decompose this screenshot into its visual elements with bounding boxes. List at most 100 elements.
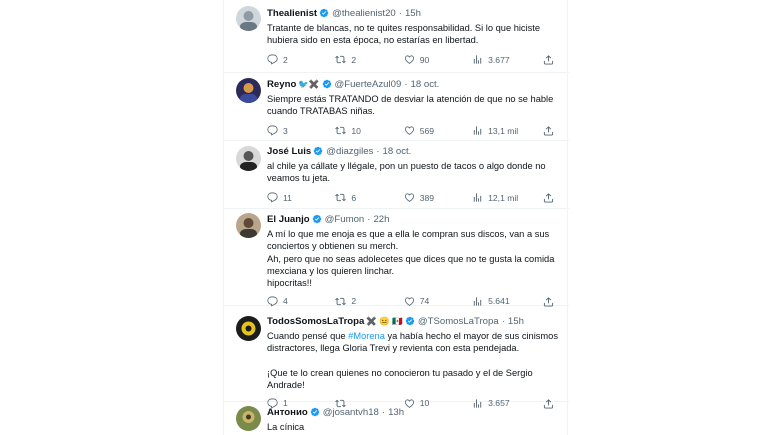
author-handle[interactable]: @FuerteAzul09 — [335, 79, 402, 90]
tweet-text: A mí lo que me enoja es que a ella le co… — [267, 228, 559, 289]
tweet-text-line: hipocritas!! — [267, 278, 312, 289]
author-handle[interactable]: @diazgiles — [326, 146, 373, 157]
view-count: 5.641 — [488, 296, 510, 307]
retweet-count: 10 — [351, 125, 361, 136]
tweet-el-juanjo[interactable]: El Juanjo @Fumon · 22h A mí lo que me en… — [224, 209, 569, 306]
timestamp[interactable]: 18 oct. — [383, 146, 412, 157]
like-count: 569 — [419, 125, 435, 136]
tweet-text: Cuando pensé que #Morena ya había hecho … — [267, 330, 559, 391]
like-count: 389 — [419, 192, 435, 203]
view-count: 3.677 — [488, 54, 510, 65]
verified-badge-icon — [405, 316, 415, 326]
tweet-text-line: ¡Que te lo crean quienes no conocieron t… — [267, 367, 533, 391]
author-name[interactable]: TodosSomosLaTropa — [267, 316, 364, 327]
view-count: 13,1 mil — [488, 125, 519, 136]
tweet-text-line: La cínica — [267, 422, 305, 432]
profile-emoji-icons: ✖️ 😐 🇲🇽 — [366, 315, 403, 326]
tweet-reyno[interactable]: Reyno 🐦✖️ @FuerteAzul09 · 18 oct. Siempr… — [224, 73, 569, 141]
avatar[interactable] — [236, 146, 261, 171]
reply-feed: Thealienist @thealienist20 · 15h Tratant… — [223, 0, 569, 435]
retweet-count: 2 — [351, 296, 357, 307]
retweet-button[interactable]: 10 — [335, 125, 403, 136]
share-button[interactable] — [541, 54, 559, 65]
share-icon — [543, 192, 554, 203]
author-handle[interactable]: @josantvh18 — [323, 407, 379, 418]
author-name[interactable]: El Juanjo — [267, 214, 310, 225]
verified-badge-icon — [322, 79, 332, 89]
views-button[interactable]: 3.677 — [472, 54, 540, 65]
avatar[interactable] — [236, 6, 261, 31]
view-count: 12,1 mil — [488, 192, 519, 203]
retweet-count: 2 — [351, 54, 357, 65]
views-icon — [472, 192, 483, 203]
tweet-text-line: Ah, pero que no seas adolecetes que dice… — [267, 253, 555, 276]
avatar[interactable] — [236, 316, 261, 341]
separator-dot: · — [367, 213, 371, 225]
verified-badge-icon — [319, 8, 329, 18]
separator-dot: · — [381, 406, 386, 418]
heart-icon — [404, 125, 415, 136]
timestamp[interactable]: 13h — [388, 407, 404, 418]
tweet-todossomoslatropa[interactable]: TodosSomosLaTropa ✖️ 😐 🇲🇽 @TSomosLaTropa… — [224, 306, 569, 402]
tweet-jose-luis[interactable]: José Luis @diazgiles · 18 oct. al chile … — [224, 141, 569, 209]
share-icon — [543, 125, 554, 136]
timestamp[interactable]: 15h — [508, 316, 524, 327]
heart-icon — [404, 192, 415, 203]
reply-count: 3 — [283, 125, 288, 136]
retweet-button[interactable]: 2 — [335, 54, 403, 65]
tweet-thealienist[interactable]: Thealienist @thealienist20 · 15h Tratant… — [224, 0, 569, 73]
tweet-text-line: Tratante de blancas, no te quites respon… — [267, 23, 541, 46]
author-name[interactable]: Антонио — [267, 407, 308, 418]
avatar[interactable] — [236, 78, 261, 103]
reply-icon — [267, 125, 278, 136]
author-handle[interactable]: @TSomosLaTropa — [418, 316, 499, 327]
action-bar: 3 10 569 13,1 mil — [267, 124, 559, 138]
share-button[interactable] — [541, 192, 559, 203]
retweet-button[interactable]: 6 — [335, 192, 403, 203]
share-button[interactable] — [541, 125, 559, 136]
timestamp[interactable]: 22h — [373, 214, 389, 225]
share-icon — [543, 54, 554, 65]
like-button[interactable]: 569 — [404, 125, 472, 136]
separator-dot: · — [376, 145, 380, 157]
verified-badge-icon — [313, 146, 323, 156]
separator-dot: · — [398, 7, 402, 19]
tweet-antonio[interactable]: Антонио @josantvh18 · 13h La cínica — [224, 402, 569, 435]
like-button[interactable]: 90 — [404, 54, 472, 65]
timestamp[interactable]: 15h — [405, 8, 421, 19]
author-name[interactable]: José Luis — [267, 146, 311, 157]
text-segment: Cuando pensé que — [267, 331, 349, 341]
author-name[interactable]: Reyno — [267, 79, 296, 90]
separator-dot: · — [501, 315, 505, 327]
tweet-text-line: al chile ya cállate y llégale, pon un pu… — [267, 161, 546, 184]
author-handle[interactable]: @thealienist20 — [332, 8, 396, 19]
author-name[interactable]: Thealienist — [267, 8, 317, 19]
views-button[interactable]: 13,1 mil — [472, 125, 540, 136]
avatar[interactable] — [236, 213, 261, 238]
timestamp[interactable]: 18 oct. — [411, 79, 440, 90]
retweet-icon — [335, 192, 346, 203]
reply-button[interactable]: 3 — [267, 125, 335, 136]
reply-count: 11 — [283, 192, 292, 203]
like-count: 74 — [419, 296, 430, 307]
retweet-icon — [335, 54, 346, 65]
bird-icon: 🐦✖️ — [298, 78, 320, 89]
avatar[interactable] — [236, 406, 261, 431]
reply-icon — [267, 192, 278, 203]
reply-count: 4 — [283, 296, 288, 307]
separator-dot: · — [404, 78, 408, 90]
reply-icon — [267, 54, 278, 65]
hashtag-link[interactable]: #Morena — [348, 331, 385, 341]
retweet-icon — [335, 125, 346, 136]
tweet-text-line: Siempre estás TRATANDO de desviar la ate… — [267, 94, 554, 117]
reply-button[interactable]: 2 — [267, 54, 335, 65]
reply-button[interactable]: 11 — [267, 192, 335, 203]
views-button[interactable]: 12,1 mil — [472, 192, 540, 203]
like-button[interactable]: 389 — [404, 192, 472, 203]
tweet-text: al chile ya cállate y llégale, pon un pu… — [267, 160, 559, 185]
tweet-text-line: Cuando pensé que #Morena ya había hecho … — [267, 330, 559, 355]
verified-badge-icon — [310, 407, 320, 417]
page: Thealienist @thealienist20 · 15h Tratant… — [0, 0, 768, 435]
author-handle[interactable]: @Fumon — [325, 214, 365, 225]
like-count: 90 — [419, 54, 430, 65]
